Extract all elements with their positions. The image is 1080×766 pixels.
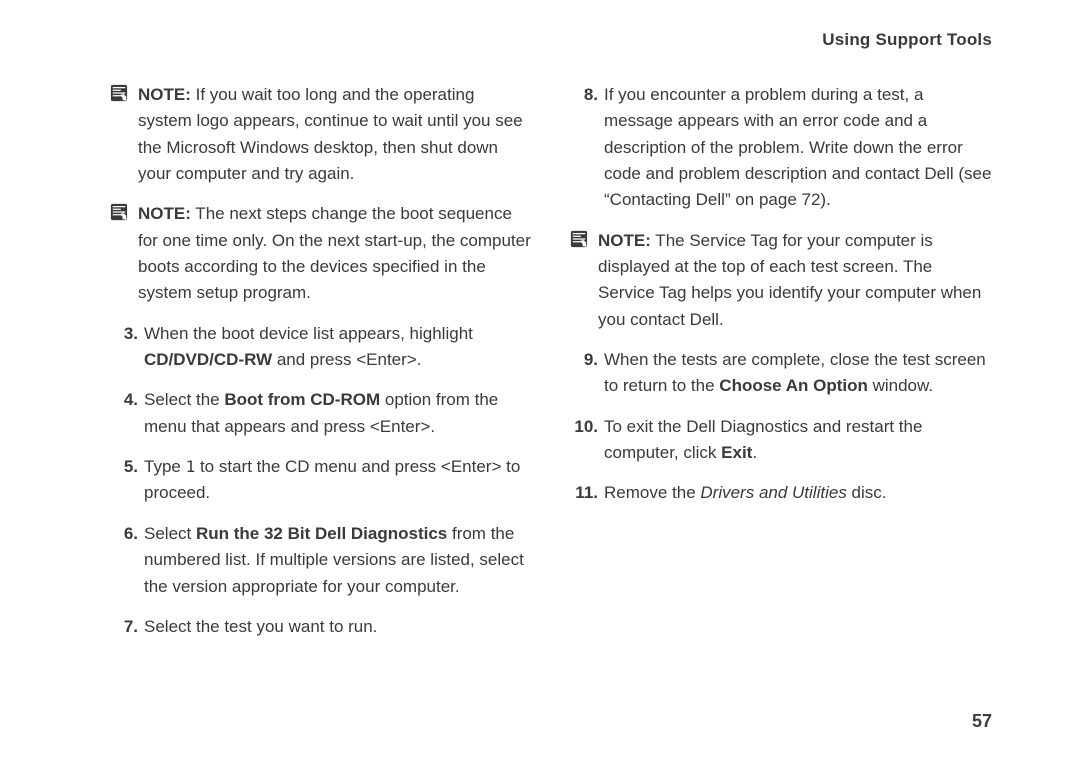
list-item: 3. When the boot device list appears, hi… — [112, 321, 532, 374]
step-text: Remove the Drivers and Utilities disc. — [604, 480, 992, 506]
step-number: 6. — [112, 521, 144, 600]
text-bold: Choose An Option — [719, 376, 868, 395]
step-number: 7. — [112, 614, 144, 640]
step-text: Select the Boot from CD-ROM option from … — [144, 387, 532, 440]
list-item: 4. Select the Boot from CD-ROM option fr… — [112, 387, 532, 440]
note-block: NOTE: The Service Tag for your computer … — [572, 228, 992, 333]
step-number: 9. — [572, 347, 604, 400]
page-number: 57 — [972, 711, 992, 732]
step-number: 3. — [112, 321, 144, 374]
list-item: 6. Select Run the 32 Bit Dell Diagnostic… — [112, 521, 532, 600]
list-item: 5. Type 1 to start the CD menu and press… — [112, 454, 532, 507]
note-icon — [112, 82, 138, 187]
step-text: When the tests are complete, close the t… — [604, 347, 992, 400]
list-item: 9. When the tests are complete, close th… — [572, 347, 992, 400]
step-number: 11. — [572, 480, 604, 506]
text-fragment: and press <Enter>. — [272, 350, 421, 369]
text-fragment: Select — [144, 524, 196, 543]
document-page: Using Support Tools NOTE: If you — [0, 0, 1080, 766]
text-fragment: Select the — [144, 390, 224, 409]
note-label: NOTE: — [138, 204, 191, 223]
note-body: The Service Tag for your computer is dis… — [598, 231, 981, 329]
text-mono: 1 — [186, 457, 196, 476]
text-fragment: . — [752, 443, 757, 462]
text-fragment: When the boot device list appears, highl… — [144, 324, 473, 343]
step-text: Select the test you want to run. — [144, 614, 532, 640]
list-item: 7. Select the test you want to run. — [112, 614, 532, 640]
step-text: Type 1 to start the CD menu and press <E… — [144, 454, 532, 507]
note-block: NOTE: The next steps change the boot seq… — [112, 201, 532, 306]
text-italic: Drivers and Utilities — [700, 483, 846, 502]
step-text: Select Run the 32 Bit Dell Diagnostics f… — [144, 521, 532, 600]
text-fragment: to start the CD menu and press <Enter> t… — [144, 457, 520, 502]
text-fragment: Type — [144, 457, 186, 476]
text-bold: Run the 32 Bit Dell Diagnostics — [196, 524, 447, 543]
note-icon — [112, 201, 138, 306]
content-columns: NOTE: If you wait too long and the opera… — [112, 82, 992, 654]
text-fragment: disc. — [847, 483, 887, 502]
note-text: NOTE: If you wait too long and the opera… — [138, 82, 532, 187]
section-header: Using Support Tools — [112, 30, 992, 50]
list-item: 8. If you encounter a problem during a t… — [572, 82, 992, 214]
note-text: NOTE: The Service Tag for your computer … — [598, 228, 992, 333]
right-column: 8. If you encounter a problem during a t… — [572, 82, 992, 654]
step-number: 10. — [572, 414, 604, 467]
note-text: NOTE: The next steps change the boot seq… — [138, 201, 532, 306]
text-bold: CD/DVD/CD-RW — [144, 350, 272, 369]
note-icon — [572, 228, 598, 333]
step-text: When the boot device list appears, highl… — [144, 321, 532, 374]
text-bold: Boot from CD-ROM — [224, 390, 380, 409]
left-column: NOTE: If you wait too long and the opera… — [112, 82, 532, 654]
text-fragment: Remove the — [604, 483, 700, 502]
step-text: If you encounter a problem during a test… — [604, 82, 992, 214]
text-fragment: window. — [868, 376, 933, 395]
text-fragment: To exit the Dell Diagnostics and restart… — [604, 417, 922, 462]
note-body: The next steps change the boot sequence … — [138, 204, 531, 302]
note-label: NOTE: — [598, 231, 651, 250]
list-item: 10. To exit the Dell Diagnostics and res… — [572, 414, 992, 467]
note-block: NOTE: If you wait too long and the opera… — [112, 82, 532, 187]
step-number: 8. — [572, 82, 604, 214]
text-bold: Exit — [721, 443, 752, 462]
step-number: 4. — [112, 387, 144, 440]
list-item: 11. Remove the Drivers and Utilities dis… — [572, 480, 992, 506]
note-body: If you wait too long and the operating s… — [138, 85, 523, 183]
step-number: 5. — [112, 454, 144, 507]
step-text: To exit the Dell Diagnostics and restart… — [604, 414, 992, 467]
note-label: NOTE: — [138, 85, 191, 104]
